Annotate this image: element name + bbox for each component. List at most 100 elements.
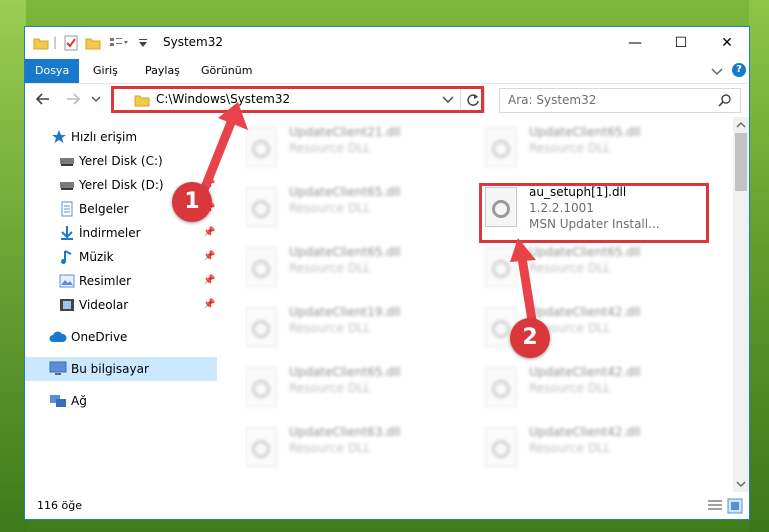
file-list: UpdateClient21.dll Resource DLL UpdateCl… — [245, 117, 735, 492]
file-description: Resource DLL — [289, 321, 371, 335]
step-badge-1: 1 — [172, 182, 212, 222]
recent-locations-icon[interactable] — [91, 91, 101, 107]
nav-label: Hızlı erişim — [71, 130, 138, 144]
file-description: Resource DLL — [529, 381, 611, 395]
nav-label: Resimler — [79, 274, 132, 288]
nav-item-videos[interactable]: Videolar 📌 — [25, 293, 217, 317]
tab-file[interactable]: Dosya — [25, 59, 79, 83]
dll-file-icon — [245, 307, 277, 347]
large-icons-view-icon[interactable] — [727, 498, 743, 514]
item-count: 116 öğe — [37, 499, 82, 512]
nav-label: Yerel Disk (D:) — [79, 178, 164, 192]
help-icon[interactable]: ? — [732, 63, 746, 77]
file-tile[interactable]: UpdateClient65.dll Resource DLL — [245, 243, 475, 291]
nav-label: İndirmeler — [79, 226, 141, 240]
file-name: UpdateClient42.dll — [529, 365, 641, 379]
file-highlight-box — [479, 183, 709, 243]
scroll-up-icon[interactable] — [736, 121, 746, 129]
title-bar: | System32 — ☐ ✕ — [25, 27, 749, 59]
nav-item-music[interactable]: Müzik 📌 — [25, 245, 217, 269]
drive-icon — [60, 158, 74, 166]
file-description: Resource DLL — [529, 441, 611, 455]
music-icon — [61, 250, 72, 264]
file-name: UpdateClient63.dll — [289, 425, 401, 439]
downloads-icon — [61, 226, 73, 240]
folder-icon — [33, 38, 49, 50]
search-box[interactable]: Ara: System32 — [499, 88, 741, 113]
file-tile[interactable]: UpdateClient65.dll Resource DLL — [485, 123, 715, 171]
pin-icon: 📌 — [203, 251, 216, 262]
file-tile[interactable]: UpdateClient19.dll Resource DLL — [245, 303, 475, 351]
scroll-down-icon[interactable] — [736, 480, 746, 488]
dll-file-icon — [245, 247, 277, 287]
step-badge-2: 2 — [510, 318, 550, 358]
documents-icon — [61, 201, 73, 217]
properties-icon[interactable] — [63, 35, 79, 51]
details-view-icon[interactable] — [707, 499, 723, 513]
pin-icon: 📌 — [203, 275, 216, 286]
file-name: UpdateClient65.dll — [289, 185, 401, 199]
dll-file-icon — [245, 427, 277, 467]
search-placeholder: Ara: System32 — [508, 93, 597, 107]
file-description: Resource DLL — [289, 141, 371, 155]
file-tile[interactable]: UpdateClient42.dll Resource DLL — [485, 423, 715, 471]
file-name: UpdateClient42.dll — [529, 425, 641, 439]
forward-arrow-icon[interactable] — [65, 91, 81, 107]
desktop-background-left — [0, 0, 26, 532]
file-description: Resource DLL — [529, 141, 611, 155]
videos-icon — [60, 299, 74, 311]
dll-file-icon — [485, 367, 517, 407]
nav-label: Müzik — [79, 250, 114, 264]
file-description: Resource DLL — [289, 441, 371, 455]
computer-icon — [49, 361, 67, 375]
nav-item-this-pc[interactable]: Bu bilgisayar — [25, 357, 217, 381]
nav-label: OneDrive — [71, 330, 128, 344]
file-name: UpdateClient19.dll — [289, 305, 401, 319]
ribbon-tabs: Dosya Giriş Paylaş Görünüm ? — [25, 59, 749, 84]
tab-home[interactable]: Giriş — [83, 59, 128, 83]
file-name: UpdateClient65.dll — [289, 245, 401, 259]
status-bar: 116 öğe — [25, 493, 749, 519]
file-name: UpdateClient21.dll — [289, 125, 401, 139]
file-name: UpdateClient65.dll — [529, 125, 641, 139]
tab-view[interactable]: Görünüm — [191, 59, 262, 83]
file-tile[interactable]: UpdateClient21.dll Resource DLL — [245, 123, 475, 171]
window-title: System32 — [163, 35, 224, 49]
nav-label: Bu bilgisayar — [71, 362, 149, 376]
file-description: Resource DLL — [289, 201, 371, 215]
expand-ribbon-icon[interactable] — [711, 67, 723, 77]
customize-toolbar-icon[interactable] — [137, 35, 149, 51]
file-tile[interactable]: UpdateClient42.dll Resource DLL — [485, 363, 715, 411]
minimize-button[interactable]: — — [612, 27, 658, 59]
file-tile[interactable]: UpdateClient65.dll Resource DLL — [245, 183, 475, 231]
vertical-scrollbar[interactable] — [733, 117, 749, 492]
network-icon — [50, 395, 66, 407]
file-description: Resource DLL — [289, 261, 371, 275]
search-icon — [718, 94, 731, 107]
back-arrow-icon[interactable] — [35, 91, 51, 107]
tab-share[interactable]: Paylaş — [135, 59, 190, 83]
file-tile[interactable]: UpdateClient65.dll Resource DLL — [245, 363, 475, 411]
nav-item-network[interactable]: Ağ — [25, 389, 217, 413]
maximize-button[interactable]: ☐ — [658, 27, 704, 59]
nav-label: Belgeler — [79, 202, 129, 216]
pictures-icon — [59, 274, 75, 288]
file-tile[interactable]: UpdateClient63.dll Resource DLL — [245, 423, 475, 471]
desktop-background-right — [749, 0, 769, 532]
nav-item-pictures[interactable]: Resimler 📌 — [25, 269, 217, 293]
star-icon — [52, 130, 66, 143]
nav-label: Videolar — [79, 298, 129, 312]
pin-icon: 📌 — [203, 299, 216, 310]
nav-item-onedrive[interactable]: OneDrive — [25, 325, 217, 349]
drive-icon — [60, 182, 74, 190]
dll-file-icon — [485, 427, 517, 467]
explorer-window: | System32 — ☐ ✕ Dosya Giriş Paylaş Görü… — [24, 26, 750, 520]
close-button[interactable]: ✕ — [704, 27, 750, 59]
dll-file-icon — [245, 367, 277, 407]
new-folder-icon[interactable] — [85, 35, 101, 51]
scrollbar-thumb[interactable] — [735, 133, 747, 191]
file-description: Resource DLL — [289, 381, 371, 395]
separator: | — [53, 35, 58, 49]
nav-label: Yerel Disk (C:) — [79, 154, 163, 168]
view-options-icon[interactable] — [109, 35, 129, 51]
